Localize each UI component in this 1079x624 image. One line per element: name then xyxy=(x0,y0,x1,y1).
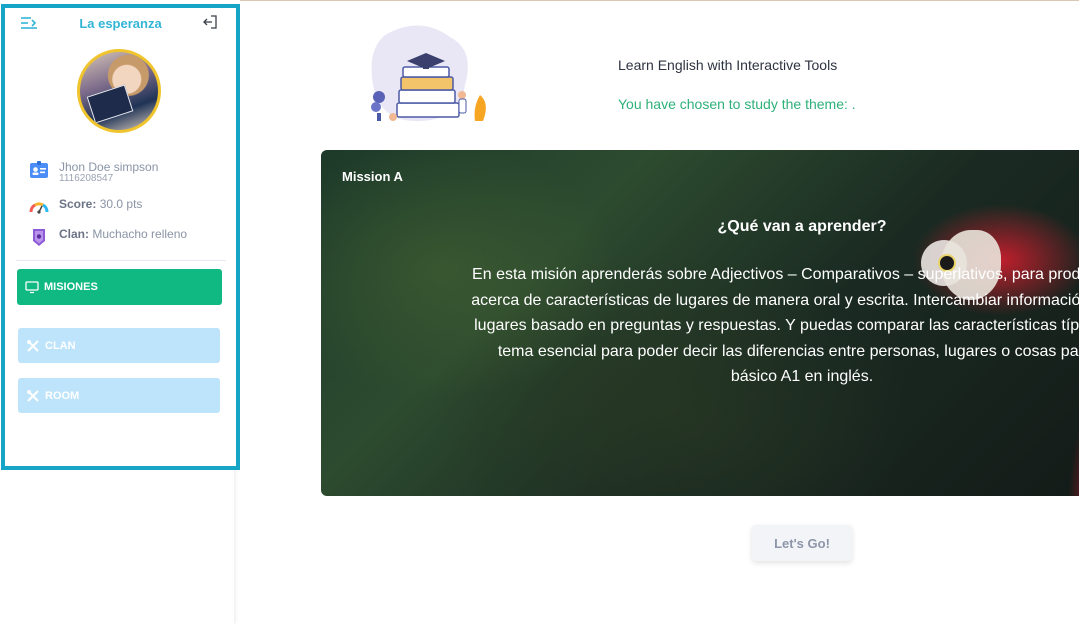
user-id: 1116208547 xyxy=(59,173,114,184)
mission-label: Mission A xyxy=(342,169,403,184)
logout-icon[interactable] xyxy=(202,14,218,30)
description-line: acerca de características de lugares de … xyxy=(471,291,1079,309)
avatar xyxy=(77,49,161,133)
mission-heading: ¿Qué van a aprender? xyxy=(717,218,887,235)
description-line: lugares basado en preguntas y respuestas… xyxy=(474,317,1079,334)
nav-clan-label: CLAN xyxy=(45,339,76,352)
mission-card: Mission A ¿Qué van a aprender? En esta m… xyxy=(321,150,1079,496)
description-line: En esta misión aprenderás sobre Adjectiv… xyxy=(472,266,1079,283)
books-illustration xyxy=(371,25,486,122)
nav-clan-button[interactable]: CLAN xyxy=(18,328,220,363)
nav-missions-label: MISIONES xyxy=(44,281,98,293)
score-text: Score: 30.0 pts xyxy=(59,197,142,211)
nav-room-button[interactable]: ROOM xyxy=(18,378,220,413)
gauge-icon xyxy=(29,202,49,214)
mission-description: En esta misión aprenderás sobre Adjectiv… xyxy=(321,262,1079,390)
score-label: Score: xyxy=(59,197,97,211)
clan-value: Muchacho relleno xyxy=(92,227,188,241)
tools-icon xyxy=(27,340,39,352)
tools-icon xyxy=(27,390,39,402)
nav-room-label: ROOM xyxy=(45,389,80,402)
sidebar-background xyxy=(0,466,234,624)
sidebar-header: La esperanza xyxy=(5,8,236,38)
description-line: tema esencial para poder decir las difer… xyxy=(497,342,1079,360)
clan-badge-icon xyxy=(33,229,45,246)
top-divider xyxy=(240,0,1079,1)
description-line: básico A1 en inglés. xyxy=(730,368,874,385)
clan-text: Clan: Muchacho relleno xyxy=(59,227,187,241)
chosen-theme-text: You have chosen to study the theme: . xyxy=(618,96,856,112)
sidebar: La esperanza Jhon Doe simpson 1116208547… xyxy=(1,4,240,470)
user-name: Jhon Doe simpson xyxy=(59,160,159,174)
score-value: 30.0 pts xyxy=(99,197,143,211)
lets-go-button[interactable]: Let's Go! xyxy=(752,525,852,561)
monitor-icon xyxy=(25,281,39,294)
page-title: Learn English with Interactive Tools xyxy=(618,57,838,73)
clan-label: Clan: xyxy=(59,227,89,241)
nav-missions-button[interactable]: MISIONES xyxy=(17,269,222,305)
sidebar-divider xyxy=(16,260,226,261)
id-card-icon xyxy=(30,161,48,178)
